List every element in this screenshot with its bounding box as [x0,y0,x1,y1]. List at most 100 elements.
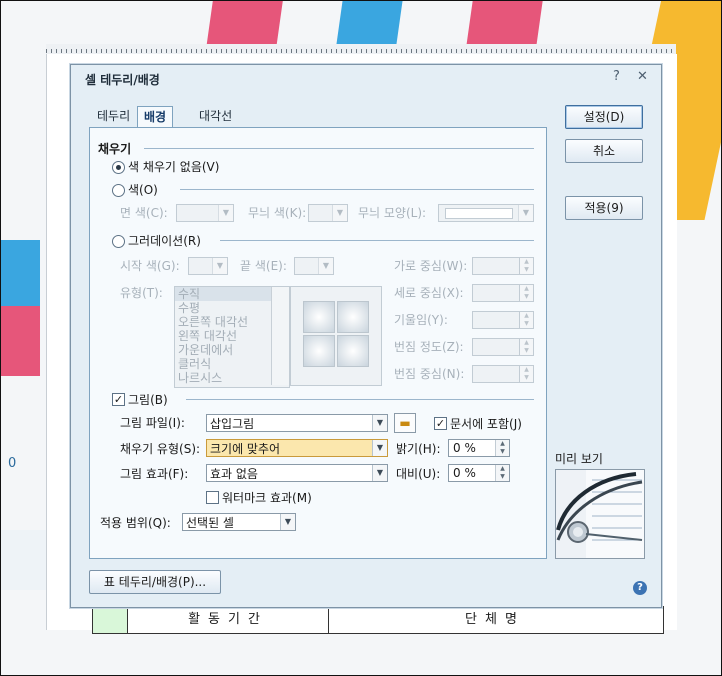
watermark-checkbox[interactable] [206,491,219,504]
scope-value: 선택된 셀 [186,516,234,530]
close-icon[interactable]: ✕ [637,69,648,84]
picture-checkbox[interactable]: ✓ [112,393,125,406]
stethoscope-picture [556,470,644,558]
tab-border[interactable]: 테두리 [91,106,136,126]
tilt-label: 기울임(Y): [394,313,448,327]
folder-icon[interactable]: ▬ [394,413,416,433]
cell-border-background-dialog: 셀 테두리/배경 ? ✕ 테두리 배경 대각선 설정(D) 취소 적용(9) 채… [70,64,662,608]
chevron-down-icon: ▼ [518,205,533,221]
color-radio[interactable] [112,184,125,197]
gradation-option-3[interactable] [303,335,335,367]
table-border-background-button[interactable]: 표 테두리/배경(P)... [89,570,221,594]
table-cell-selected[interactable] [93,607,128,633]
chevron-down-icon: ▼ [372,465,387,481]
start-color-combo[interactable]: ▼ [188,257,228,275]
table-header-period[interactable]: 활동기간 [128,607,329,633]
fill-type-label: 채우기 유형(S): [120,442,201,456]
cancel-button[interactable]: 취소 [565,139,643,163]
pattern-color-combo[interactable]: ▼ [308,204,348,222]
help-icon[interactable]: ? [633,581,647,595]
picture-file-value: 삽입그림 [210,417,255,431]
brightness-label: 밝기(H): [396,442,441,456]
gradation-separator [220,240,534,241]
embed-label[interactable]: 문서에 포함(J) [450,415,522,432]
picture-file-combo[interactable]: 삽입그림 ▼ [206,414,388,432]
blue-stripe-top [335,0,405,48]
chevron-down-icon: ▼ [372,440,387,456]
preview-label: 미리 보기 [555,452,603,466]
color-separator [180,189,534,190]
pattern-color-label: 무늬 색(K): [248,206,307,220]
spin-arrows-icon[interactable]: ▲ ▼ [495,440,509,456]
dialog-title: 셀 테두리/배경 [85,73,160,87]
scope-label: 적용 범위(Q): [100,516,171,530]
pink-stripe-left [0,306,40,376]
pattern-swatch [445,208,513,219]
vertical-center-label: 세로 중심(X): [394,286,464,300]
picture-effect-label: 그림 효과(F): [120,467,189,481]
end-color-label: 끝 색(E): [240,259,287,273]
blue-stripe-left [0,240,40,310]
scope-combo[interactable]: 선택된 셀 ▼ [182,513,296,531]
no-fill-label[interactable]: 색 채우기 없음(V) [128,158,219,175]
picture-file-label: 그림 파일(I): [120,416,185,430]
gradation-type-list[interactable]: 수직 수평 오른쪽 대각선 왼쪽 대각선 가운데에서 클러식 나르시스 [174,286,290,388]
spin-arrows-icon[interactable]: ▲ ▼ [519,312,533,328]
picture-effect-combo[interactable]: 효과 없음 ▼ [206,464,388,482]
pattern-shape-label: 무늬 모양(L): [358,206,427,220]
picture-effect-value: 효과 없음 [210,467,258,481]
chevron-down-icon: ▼ [280,514,295,530]
face-color-combo[interactable]: ▼ [176,204,234,222]
background-line-accent [0,530,46,590]
gradation-radio[interactable] [112,235,125,248]
spin-arrows-icon[interactable]: ▲ ▼ [519,366,533,382]
tab-background[interactable]: 배경 [137,106,174,127]
table-header-group[interactable]: 단체명 [329,607,661,633]
spin-arrows-icon[interactable]: ▲ ▼ [519,285,533,301]
preview-image [555,469,645,559]
tab-diagonal[interactable]: 대각선 [193,106,238,126]
pink-stripe-top-2 [465,0,545,50]
pattern-shape-combo[interactable]: ▼ [438,204,534,222]
gradation-option-4[interactable] [337,335,369,367]
spin-arrows-icon[interactable]: ▲ ▼ [495,465,509,481]
watermark-label[interactable]: 워터마크 효과(M) [222,489,312,506]
horizontal-center-label: 가로 중심(W): [394,259,468,273]
blur-level-spin[interactable]: ▲ ▼ [472,338,534,356]
gradation-pattern-preview [290,286,382,386]
brightness-value: 0 % [453,441,476,455]
embed-checkbox[interactable]: ✓ [434,417,447,430]
no-fill-radio[interactable] [112,161,125,174]
gradation-option-2[interactable] [337,301,369,333]
chevron-down-icon: ▼ [318,258,333,274]
chevron-down-icon: ▼ [372,415,387,431]
chevron-down-icon: ▼ [332,205,347,221]
spin-arrows-icon[interactable]: ▲ ▼ [519,339,533,355]
apply-button[interactable]: 적용(9) [565,196,643,220]
fill-separator [144,148,534,149]
blur-level-label: 번짐 정도(Z): [394,340,464,354]
document-table[interactable]: 활동기간 단체명 [92,606,664,634]
spin-arrows-icon[interactable]: ▲ ▼ [519,258,533,274]
horizontal-center-spin[interactable]: ▲ ▼ [472,257,534,275]
tilt-spin[interactable]: ▲ ▼ [472,311,534,329]
fill-type-value: 크기에 맞추어 [210,442,281,456]
help-icon[interactable]: ? [613,69,620,84]
brightness-spin[interactable]: 0 % ▲ ▼ [448,439,510,457]
gradation-label[interactable]: 그러데이션(R) [128,232,201,249]
face-color-label: 면 색(C): [120,206,168,220]
color-label[interactable]: 색(O) [128,181,158,198]
fill-type-combo[interactable]: 크기에 맞추어 ▼ [206,439,388,457]
blur-center-label: 번짐 중심(N): [394,367,465,381]
chevron-down-icon: ▼ [212,258,227,274]
end-color-combo[interactable]: ▼ [294,257,334,275]
contrast-spin[interactable]: 0 % ▲ ▼ [448,464,510,482]
fill-section-title: 채우기 [98,142,132,156]
blur-center-spin[interactable]: ▲ ▼ [472,365,534,383]
list-scrollbar[interactable] [271,287,289,385]
vertical-center-spin[interactable]: ▲ ▼ [472,284,534,302]
set-button[interactable]: 설정(D) [565,105,643,129]
gradation-option-1[interactable] [303,301,335,333]
picture-label[interactable]: 그림(B) [128,391,168,408]
chevron-down-icon: ▼ [218,205,233,221]
